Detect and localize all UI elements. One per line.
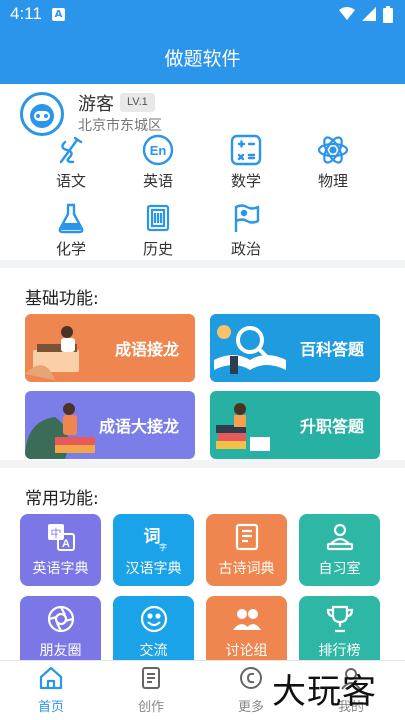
status-icons bbox=[339, 6, 393, 23]
translate-icon: 中 A bbox=[47, 524, 75, 551]
study-icon bbox=[326, 523, 353, 551]
subject-chinese[interactable]: 语文 bbox=[36, 134, 106, 191]
nav-label: 首页 bbox=[37, 700, 64, 715]
card-label: 朋友圈 bbox=[39, 643, 82, 659]
dictionary-icon: 词 字 bbox=[143, 527, 167, 552]
subject-physics[interactable]: 物理 bbox=[298, 134, 368, 191]
en-icon: En bbox=[142, 134, 174, 166]
scroll-icon bbox=[146, 204, 170, 232]
notification-icon: A bbox=[52, 8, 65, 21]
card-label: 成语接龙 bbox=[114, 340, 179, 359]
card-label: 汉语字典 bbox=[125, 561, 182, 577]
wifi-icon bbox=[339, 7, 355, 20]
smile-icon bbox=[140, 605, 167, 633]
user-name[interactable]: 游客 bbox=[78, 90, 114, 116]
subject-label: 物理 bbox=[317, 172, 348, 190]
svg-text:A: A bbox=[62, 538, 70, 550]
big-idiom-chain-card[interactable]: 成语大接龙 bbox=[25, 391, 195, 459]
card-label: 升职答题 bbox=[299, 417, 364, 436]
idiom-chain-card[interactable]: 成语接龙 bbox=[25, 314, 195, 382]
books-illustration-icon bbox=[216, 403, 270, 451]
trophy-icon bbox=[326, 605, 353, 633]
card-label: 英语字典 bbox=[32, 561, 89, 577]
subject-history[interactable]: 历史 bbox=[123, 202, 193, 259]
profile-subjects-card: 游客 LV.1 北京市东城区 语文 En 英语 数学 物理 化学 历史 政治 bbox=[0, 84, 405, 260]
more-icon bbox=[240, 667, 262, 689]
svg-text:字: 字 bbox=[159, 542, 167, 552]
dictionary-glyph: 词 bbox=[143, 527, 160, 547]
document-icon bbox=[142, 667, 160, 689]
level-badge: LV.1 bbox=[120, 93, 155, 112]
section-title: 基础功能: bbox=[25, 289, 99, 309]
status-bar: 4:11 A bbox=[0, 0, 405, 30]
svg-text:En: En bbox=[150, 143, 167, 158]
card-label: 讨论组 bbox=[225, 643, 268, 659]
nav-home[interactable]: 首页 bbox=[21, 665, 81, 715]
flask-icon bbox=[58, 203, 84, 234]
promotion-quiz-card[interactable]: 升职答题 bbox=[210, 391, 380, 459]
pen-icon bbox=[59, 136, 83, 164]
book-icon bbox=[235, 523, 258, 551]
user-location: 北京市东城区 bbox=[78, 118, 162, 134]
card-label: 古诗词典 bbox=[218, 561, 275, 577]
subject-label: 英语 bbox=[142, 172, 173, 190]
nav-label: 创作 bbox=[137, 700, 164, 715]
subject-politics[interactable]: 政治 bbox=[211, 202, 281, 259]
leaderboard-card[interactable]: 排行榜 bbox=[299, 596, 380, 668]
subject-english[interactable]: En 英语 bbox=[123, 134, 193, 191]
subject-math[interactable]: 数学 bbox=[211, 134, 281, 191]
atom-icon bbox=[317, 136, 349, 164]
card-label: 交流 bbox=[139, 643, 168, 659]
reading-illustration-icon bbox=[25, 326, 79, 380]
app-header: 4:11 A 做题软件 bbox=[0, 0, 405, 84]
subject-label: 政治 bbox=[230, 240, 261, 258]
nav-create[interactable]: 创作 bbox=[121, 665, 181, 715]
subject-label: 语文 bbox=[55, 172, 86, 190]
magnifier-illustration-icon bbox=[214, 325, 286, 374]
subject-chemistry[interactable]: 化学 bbox=[36, 202, 106, 259]
study-room-card[interactable]: 自习室 bbox=[299, 514, 380, 586]
calculator-icon bbox=[230, 134, 262, 166]
encyclopedia-quiz-card[interactable]: 百科答题 bbox=[210, 314, 380, 382]
camera-icon bbox=[47, 605, 74, 633]
card-label: 自习室 bbox=[318, 561, 361, 577]
poetry-dictionary-card[interactable]: 古诗词典 bbox=[206, 514, 287, 586]
watermark: 大玩客 bbox=[272, 672, 377, 712]
signal-icon bbox=[362, 7, 376, 21]
chinese-dictionary-card[interactable]: 词 字 汉语字典 bbox=[113, 514, 194, 586]
group-icon bbox=[232, 609, 261, 630]
card-label: 百科答题 bbox=[299, 340, 364, 359]
subject-label: 数学 bbox=[230, 172, 261, 190]
status-time: 4:11 bbox=[10, 4, 42, 23]
robot-avatar-icon bbox=[30, 104, 54, 128]
page-title: 做题软件 bbox=[164, 48, 241, 70]
communication-card[interactable]: 交流 bbox=[113, 596, 194, 668]
battery-icon bbox=[383, 6, 393, 23]
card-label: 成语大接龙 bbox=[98, 417, 179, 436]
section-title: 常用功能: bbox=[25, 489, 99, 509]
card-label: 排行榜 bbox=[318, 643, 361, 659]
english-dictionary-card[interactable]: 中 A 英语字典 bbox=[20, 514, 101, 586]
basic-functions-section: 基础功能: 成语接龙 百科答题 成语大接龙 升职答题 bbox=[0, 268, 405, 460]
moments-card[interactable]: 朋友圈 bbox=[20, 596, 101, 668]
avatar[interactable] bbox=[20, 92, 64, 136]
subject-label: 历史 bbox=[142, 240, 173, 258]
discussion-group-card[interactable]: 讨论组 bbox=[206, 596, 287, 668]
subject-label: 化学 bbox=[55, 240, 86, 258]
common-functions-section: 常用功能: 中 A 英语字典 词 字 汉语字典 古诗词典 自习室 朋友圈 交流 … bbox=[0, 468, 405, 668]
home-icon bbox=[39, 666, 63, 690]
flag-icon bbox=[234, 204, 260, 232]
